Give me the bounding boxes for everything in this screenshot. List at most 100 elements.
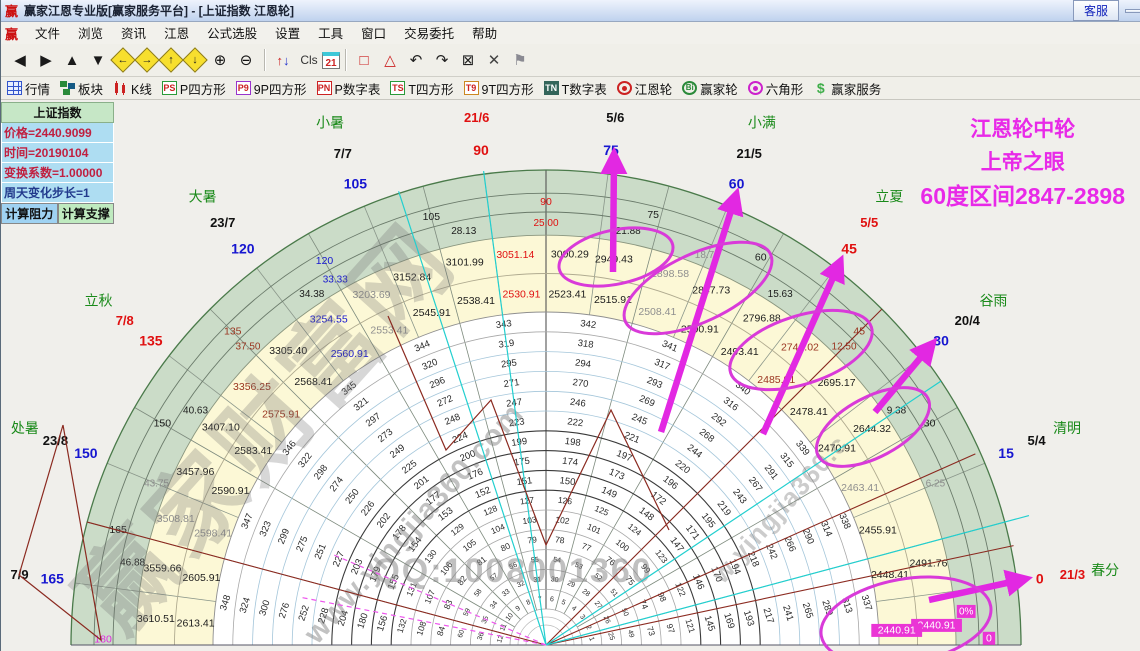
svg-text:150: 150 (154, 417, 172, 429)
menu-logo-icon: 赢 (5, 26, 19, 42)
ribbon-item-赢家轮[interactable]: Bi 赢家轮 (682, 79, 738, 98)
wheel-circle-icon (747, 81, 763, 95)
svg-text:60: 60 (729, 176, 745, 192)
svg-text:2463.41: 2463.41 (841, 482, 879, 494)
ribbon-item-江恩轮[interactable]: 江恩轮 (616, 79, 673, 98)
arc-ccw-icon[interactable]: ↶ (404, 48, 428, 72)
ribbon-item-板块[interactable]: 板块 (60, 79, 103, 98)
menu-item-帮助[interactable]: 帮助 (463, 25, 506, 43)
calc-support-button[interactable]: 计算支撑 (57, 203, 114, 224)
ribbon-item-T数字表[interactable]: TN T数字表 (543, 79, 607, 98)
zoom-out-icon[interactable]: ⊖ (234, 48, 258, 72)
svg-text:2478.41: 2478.41 (790, 406, 828, 418)
ribbon-label: 赢家服务 (831, 82, 882, 97)
svg-text:135: 135 (139, 333, 163, 349)
square-tool-icon[interactable]: □ (352, 48, 376, 72)
svg-text:342: 342 (580, 318, 597, 331)
back-icon[interactable]: ◀ (8, 48, 32, 72)
menu-item-窗口[interactable]: 窗口 (352, 25, 395, 43)
diamond-left-icon[interactable]: ← (110, 47, 136, 73)
svg-text:2847.73: 2847.73 (692, 284, 730, 296)
collapse-icon[interactable]: ✕ (482, 48, 506, 72)
forward-icon[interactable]: ▶ (34, 48, 58, 72)
dollar-icon: $ (816, 80, 825, 96)
instrument-panel: 上证指数 价格=2440.9099 时间=20190104 变换系数=1.00000… (1, 102, 114, 224)
svg-text:2538.41: 2538.41 (457, 295, 495, 307)
instrument-param-row: 变换系数=1.00000 (1, 163, 114, 183)
calendar-icon[interactable]: 21 (322, 51, 340, 69)
ribbon-label: P四方形 (179, 82, 226, 97)
svg-text:150: 150 (74, 445, 98, 461)
ribbon-label: 六角形 (765, 82, 804, 97)
svg-text:0%: 0% (959, 607, 974, 618)
menu-item-文件[interactable]: 文件 (26, 25, 69, 43)
ribbon-label: 江恩轮 (634, 82, 673, 97)
svg-text:20/4: 20/4 (955, 313, 981, 328)
diamond-up-icon[interactable]: ↑ (158, 47, 184, 73)
toolbar-separator (345, 49, 346, 71)
ribbon-item-P四方形[interactable]: PS P四方形 (161, 79, 226, 98)
chart-type-toolbar: 行情 板块 K线 PS P四方形 P9 9P四方形 PN P数字表 TS T四方形 T9 9T四方形 TN… (1, 77, 1140, 100)
board-icon[interactable]: ⚑ (508, 48, 532, 72)
menu-item-设置[interactable]: 设置 (266, 25, 309, 43)
svg-text:246: 246 (569, 397, 586, 410)
diamond-right-icon[interactable]: → (134, 47, 160, 73)
watermark: QQ:1008001360 (373, 552, 652, 590)
badge-icon-TS: TS (390, 81, 406, 95)
ribbon-label: P数字表 (334, 82, 381, 97)
triangle-tool-icon[interactable]: △ (378, 48, 402, 72)
ribbon-item-赢家服务[interactable]: $ 赢家服务 (813, 79, 881, 98)
svg-text:222: 222 (567, 416, 584, 429)
badge-icon-TN: TN (543, 81, 559, 95)
menu-item-江恩[interactable]: 江恩 (155, 25, 198, 43)
kline-candle-icon (113, 81, 129, 95)
calc-resistance-button[interactable]: 计算阻力 (1, 203, 58, 224)
menu-item-工具[interactable]: 工具 (309, 25, 352, 43)
ribbon-item-K线[interactable]: K线 (113, 79, 152, 98)
toolbar-separator (264, 49, 265, 71)
down-triangle-icon[interactable]: ▼ (86, 48, 110, 72)
updown-arrows-icon[interactable]: ↑ ↓ (271, 48, 295, 72)
ribbon-item-9P四方形[interactable]: P9 9P四方形 (235, 79, 307, 98)
arc-cw-icon[interactable]: ↷ (430, 48, 454, 72)
boxed-x-icon[interactable]: ⊠ (456, 48, 480, 72)
customer-service-button[interactable]: 客服 (1072, 0, 1119, 21)
ribbon-item-行情[interactable]: 行情 (7, 79, 50, 98)
zoom-in-icon[interactable]: ⊕ (208, 48, 232, 72)
up-triangle-icon[interactable]: ▲ (60, 48, 84, 72)
svg-text:6.25: 6.25 (926, 478, 946, 489)
svg-text:2440.91: 2440.91 (918, 620, 956, 632)
annotation-line-2: 上帝之眼 (980, 150, 1065, 174)
svg-text:180: 180 (94, 633, 112, 645)
svg-text:2613.41: 2613.41 (177, 617, 215, 629)
menu-item-浏览[interactable]: 浏览 (69, 25, 112, 43)
title-bar: 赢 赢家江恩专业版[赢家服务平台] - [上证指数 江恩轮] 客服 (1, 0, 1140, 22)
svg-text:清明: 清明 (1053, 420, 1081, 436)
ribbon-item-六角形[interactable]: 六角形 (747, 79, 804, 98)
svg-text:处暑: 处暑 (11, 420, 39, 436)
svg-text:21/3: 21/3 (1060, 567, 1085, 582)
menu-item-资讯[interactable]: 资讯 (112, 25, 155, 43)
svg-text:37.50: 37.50 (235, 342, 260, 353)
svg-text:15: 15 (998, 445, 1014, 461)
quote-grid-icon (7, 81, 22, 95)
ribbon-item-P数字表[interactable]: PN P数字表 (316, 79, 381, 98)
svg-text:大暑: 大暑 (189, 188, 217, 204)
svg-text:90: 90 (540, 196, 552, 208)
svg-text:45: 45 (841, 241, 857, 257)
ribbon-item-9T四方形[interactable]: T9 9T四方形 (463, 79, 534, 98)
diamond-down-icon[interactable]: ↓ (182, 47, 208, 73)
svg-text:2523.41: 2523.41 (548, 288, 586, 300)
clipped-titlebar-button[interactable] (1125, 8, 1140, 13)
badge-icon-T9: T9 (463, 81, 479, 95)
ribbon-item-T四方形[interactable]: TS T四方形 (390, 79, 454, 98)
menu-item-交易委托[interactable]: 交易委托 (395, 25, 463, 43)
menu-item-公式选股[interactable]: 公式选股 (198, 25, 266, 43)
wheel-circle-icon (616, 81, 632, 95)
svg-text:78: 78 (554, 534, 565, 545)
cls-button[interactable]: Cls (297, 48, 321, 72)
app-logo-icon: 赢 (5, 4, 19, 19)
svg-text:5/6: 5/6 (606, 110, 624, 125)
annotation-line-3: 60度区间2847-2898 (920, 183, 1125, 210)
svg-text:0: 0 (986, 633, 992, 645)
